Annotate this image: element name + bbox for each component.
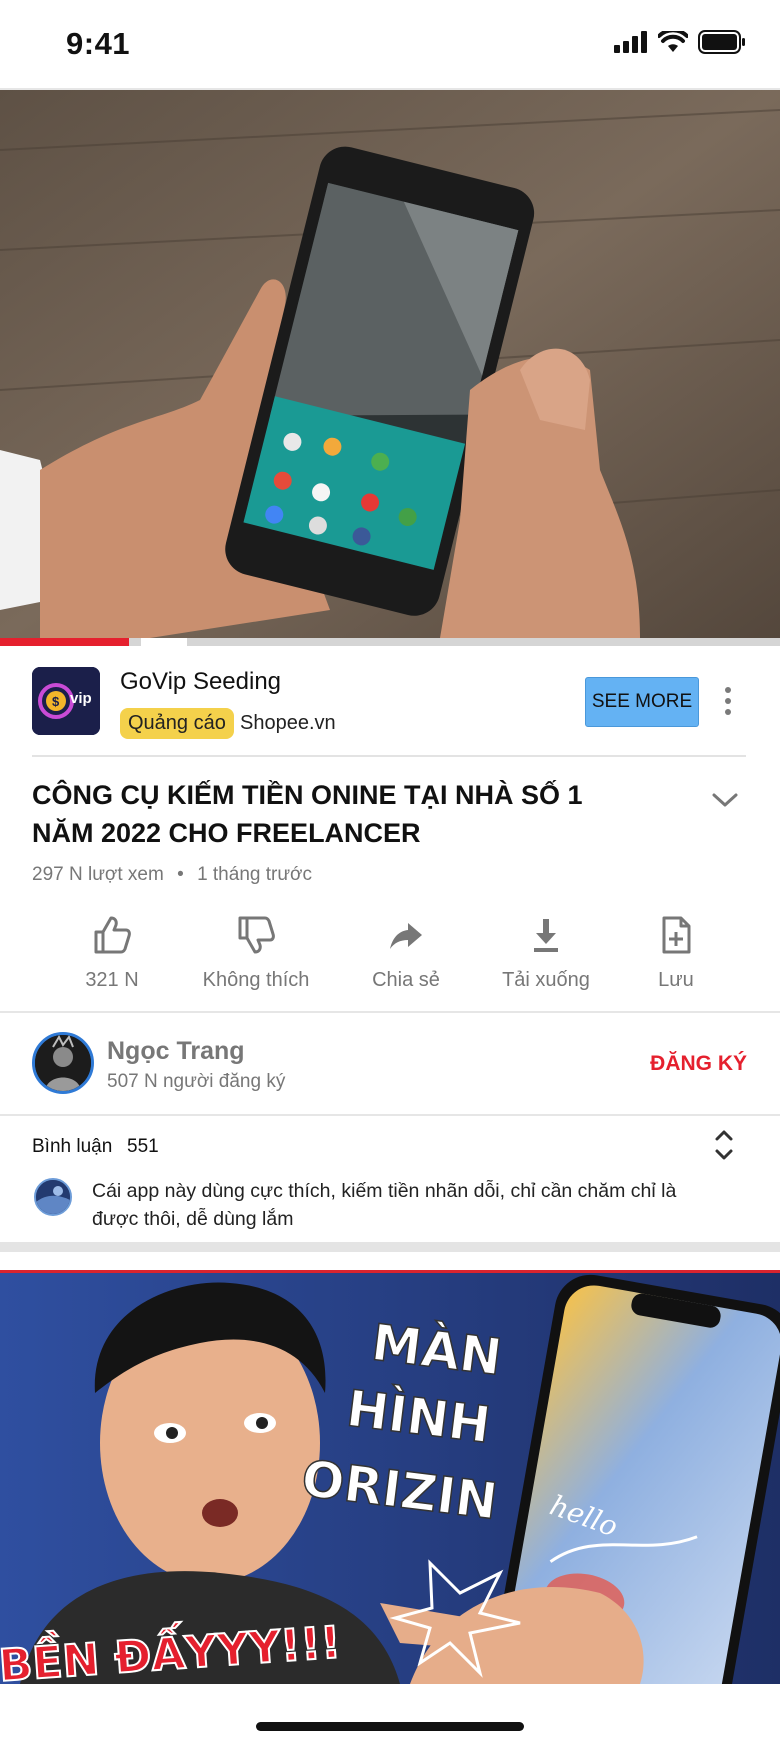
upload-time: 1 tháng trước: [197, 864, 313, 885]
download-label: Tải xuống: [502, 969, 590, 991]
download-icon: [534, 919, 558, 952]
more-options-icon[interactable]: [720, 684, 736, 718]
video-player[interactable]: [0, 90, 780, 638]
like-count: 321 N: [85, 969, 139, 991]
save-button[interactable]: Lưu: [606, 915, 746, 992]
comments-count: 551: [127, 1136, 159, 1157]
commenter-avatar[interactable]: [34, 1178, 72, 1216]
status-icons: [614, 30, 746, 54]
ad-badge: Quảng cáo: [120, 708, 234, 739]
ad-title[interactable]: GoVip Seeding: [120, 668, 281, 696]
wifi-icon: [658, 31, 688, 52]
video-frame: [0, 90, 780, 638]
next-video-thumbnail[interactable]: MÀN HÌNH ORIZIN hello BỀN ĐẤYYY!!!: [0, 1273, 780, 1684]
dislike-button[interactable]: Không thích: [186, 915, 326, 992]
video-progress-played: [0, 638, 129, 646]
like-button[interactable]: 321 N: [42, 915, 182, 992]
subscribe-button[interactable]: ĐĂNG KÝ: [650, 1052, 747, 1076]
next-video-artwork: MÀN HÌNH ORIZIN hello BỀN ĐẤYYY!!!: [0, 1273, 780, 1684]
comments-label[interactable]: Bình luận: [32, 1136, 112, 1158]
home-indicator[interactable]: [256, 1722, 524, 1731]
ad-site: Shopee.vn: [240, 712, 336, 734]
thumbs-up-icon: [94, 916, 131, 954]
channel-divider: [0, 1114, 780, 1116]
download-button[interactable]: Tải xuống: [476, 915, 616, 992]
video-title: CÔNG CỤ KIẾM TIỀN ONINE TẠI NHÀ SỐ 1 NĂM…: [32, 780, 583, 848]
see-more-button[interactable]: SEE MORE: [585, 677, 699, 727]
save-icon: [662, 916, 691, 954]
share-label: Chia sẻ: [372, 969, 440, 991]
channel-name[interactable]: Ngọc Trang: [107, 1037, 245, 1066]
actions-divider: [0, 1011, 780, 1013]
battery-icon: [698, 30, 745, 54]
subscriber-count: 507 N người đăng ký: [107, 1071, 286, 1092]
thumbs-down-icon: [238, 916, 275, 954]
channel-avatar[interactable]: [32, 1032, 94, 1094]
advertiser-logo-text: vip: [70, 690, 92, 707]
save-label: Lưu: [658, 969, 694, 991]
share-icon: [390, 923, 422, 949]
status-time: 9:41: [66, 26, 131, 61]
svg-text:$: $: [52, 694, 60, 709]
video-progress-buffer: [140, 638, 188, 646]
top-comment-text: Cái app này dùng cực thích, kiếm tiền nh…: [92, 1180, 677, 1230]
meta-dot: •: [177, 864, 184, 885]
video-meta: 297 N lượt xem • 1 tháng trước: [32, 864, 312, 886]
ad-divider: [32, 755, 746, 757]
view-count: 297 N lượt xem: [32, 864, 164, 885]
dislike-label: Không thích: [202, 969, 310, 991]
share-button[interactable]: Chia sẻ: [336, 915, 476, 992]
expand-comments-icon[interactable]: [712, 1127, 736, 1163]
signal-icon: [614, 31, 647, 53]
chevron-down-icon[interactable]: [710, 790, 740, 810]
section-divider: [0, 1242, 780, 1252]
